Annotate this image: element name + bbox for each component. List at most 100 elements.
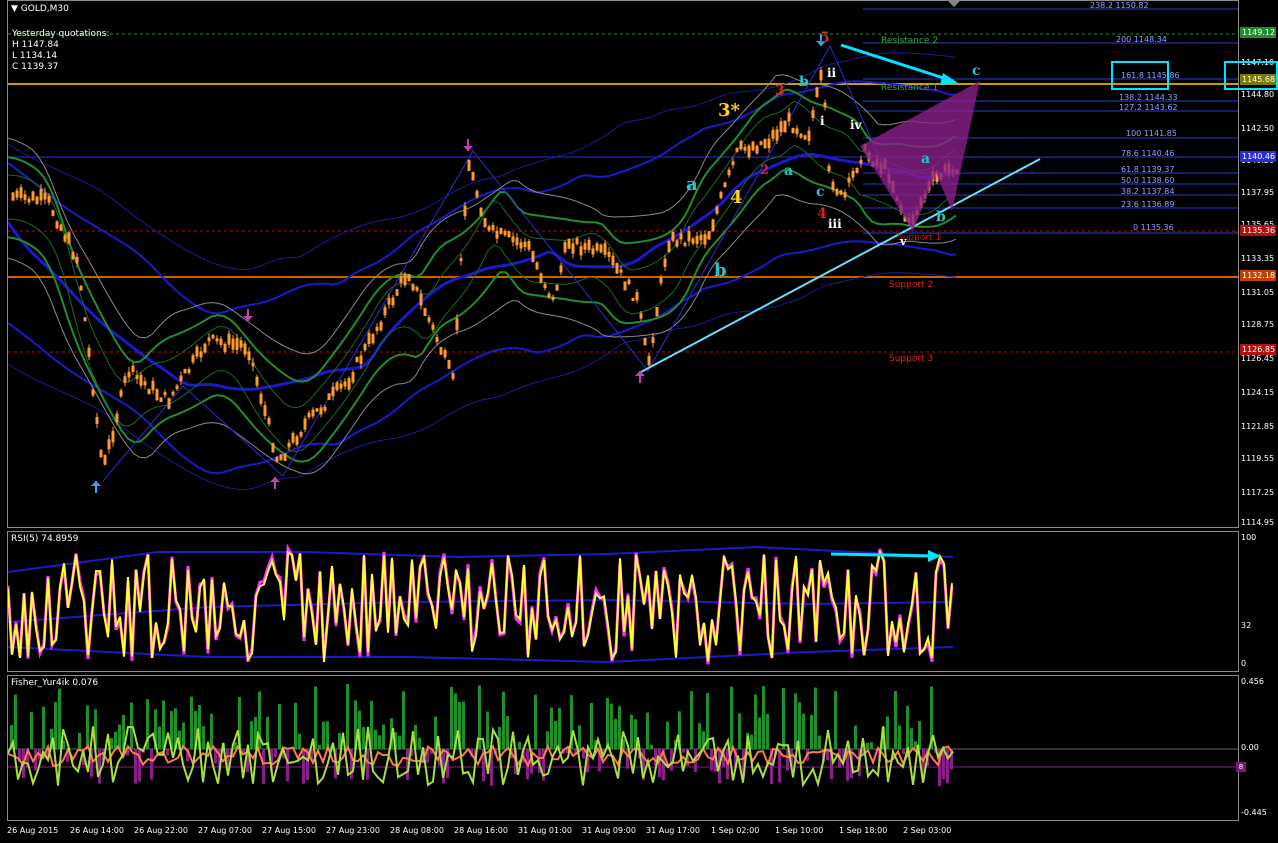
fib-level-label: 200 1148.34 (1116, 35, 1167, 44)
candle-body (207, 337, 211, 342)
candle-body (415, 287, 419, 291)
candle-body (803, 135, 807, 140)
fisher-bar-positive (690, 691, 693, 749)
candle-body (499, 227, 503, 235)
fib-level-label: 61.8 1139.37 (1121, 165, 1175, 174)
price-tag: 1126.85 (1240, 344, 1276, 355)
candle-body (199, 351, 203, 358)
fisher-bar-positive (606, 698, 609, 749)
candle-body (235, 338, 239, 350)
candle-body (211, 334, 215, 339)
candle-body (363, 344, 367, 351)
fisher-bar-positive (250, 721, 253, 749)
candle-body (243, 343, 247, 355)
rsi-axis-32: 32 (1241, 621, 1252, 630)
candle-body (59, 224, 63, 231)
candle-body (83, 317, 87, 322)
candle-body (79, 285, 83, 291)
price-axis-tick: 1144.80 (1241, 90, 1275, 99)
fisher-indicator-pane[interactable]: Fisher_Yur4ik 0.076 (7, 675, 1239, 821)
candle-body (27, 198, 31, 203)
candle-body (675, 240, 679, 247)
fisher-bar-positive (614, 718, 617, 749)
fisher-bar-positive (278, 703, 281, 749)
candle-body (75, 256, 79, 264)
fisher-bar-negative (286, 749, 289, 782)
price-tag: 1132.18 (1240, 270, 1276, 281)
fisher-bar-positive (758, 717, 761, 749)
fisher-bar-positive (590, 702, 593, 749)
chart-menu-triangle-icon[interactable]: ▼ (11, 4, 18, 14)
fib-level-label: 78.6 1140.46 (1121, 149, 1175, 158)
fisher-bar-positive (906, 705, 909, 749)
candle-body (295, 436, 299, 445)
candle-body (763, 139, 767, 149)
rsi-canvas[interactable] (8, 532, 1239, 672)
candle-body (107, 439, 111, 450)
candle-body (567, 238, 571, 249)
candle-body (347, 378, 351, 390)
time-axis-tick: 26 Aug 22:00 (134, 826, 188, 835)
wave-label-3: 3 (775, 83, 785, 99)
candle-body (103, 454, 107, 465)
rsi-axis-0: 0 (1241, 659, 1247, 668)
candle-body (259, 393, 263, 404)
fisher-bar-negative (942, 749, 945, 780)
candle-body (11, 192, 15, 201)
candle-body (319, 407, 323, 415)
candle-body (475, 190, 479, 198)
fisher-bar-negative (902, 749, 905, 755)
candle-body (43, 192, 47, 200)
candle-body (51, 210, 55, 216)
price-chart-pane[interactable]: ▼ GOLD,M30 Yesterday quotations: H 1147.… (7, 0, 1239, 528)
fisher-bar-positive (158, 726, 161, 749)
resistance-1-label: Resistance 1 (881, 83, 939, 93)
time-axis-tick: 26 Aug 2015 (7, 826, 59, 835)
candle-body (775, 129, 779, 141)
fisher-canvas[interactable] (8, 676, 1239, 821)
candle-body (227, 333, 231, 345)
candle-body (735, 148, 739, 152)
candle-body (711, 219, 715, 232)
candle-body (719, 191, 723, 199)
time-axis[interactable]: 26 Aug 2015 26 Aug 14:00 26 Aug 22:00 27 Au… (7, 822, 1239, 843)
yesterday-quotations: Yesterday quotations: H 1147.84 L 1134.1… (12, 29, 109, 73)
candle-body (543, 284, 547, 289)
rsi-indicator-pane[interactable]: RSI(5) 74.8959 (7, 531, 1239, 672)
fisher-bar-positive (462, 701, 465, 749)
fisher-bar-positive (506, 715, 509, 749)
target-arrow-shaft (840, 43, 954, 83)
candle-body (351, 372, 355, 383)
fisher-bar-positive (58, 688, 61, 749)
wave-label-ii: ii (827, 66, 837, 80)
candle-body (751, 141, 755, 151)
candle-body (391, 297, 395, 306)
fib-level-label: 138.2 1144.33 (1119, 93, 1178, 102)
moving-average (8, 152, 957, 391)
candle-body (47, 195, 51, 203)
candle-body (127, 371, 131, 378)
time-axis-tick: 28 Aug 16:00 (454, 826, 508, 835)
fisher-bar-positive (898, 725, 901, 749)
price-tag: 1149.12 (1240, 27, 1276, 38)
bollinger-outer-upper (8, 52, 957, 271)
fisher-bar-positive (162, 700, 165, 749)
candle-body (671, 231, 675, 242)
candle-body (611, 255, 615, 266)
candle-body (487, 226, 491, 231)
fisher-bar-positive (818, 735, 821, 749)
candle-body (519, 242, 523, 249)
price-tag-highlight-box (1224, 61, 1278, 90)
candle-body (647, 355, 651, 366)
candle-body (643, 337, 647, 346)
candle-body (291, 432, 295, 443)
quotations-heading: Yesterday quotations: (12, 29, 110, 39)
fisher-axis-top: 0.456 (1241, 677, 1264, 686)
candle-body (855, 168, 859, 173)
candle-body (555, 284, 559, 291)
fisher-bar-positive (318, 744, 321, 749)
candle-body (407, 274, 411, 282)
fisher-bar-positive (362, 727, 365, 749)
price-chart-canvas[interactable] (8, 1, 1239, 528)
time-axis-tick: 31 Aug 17:00 (646, 826, 700, 835)
